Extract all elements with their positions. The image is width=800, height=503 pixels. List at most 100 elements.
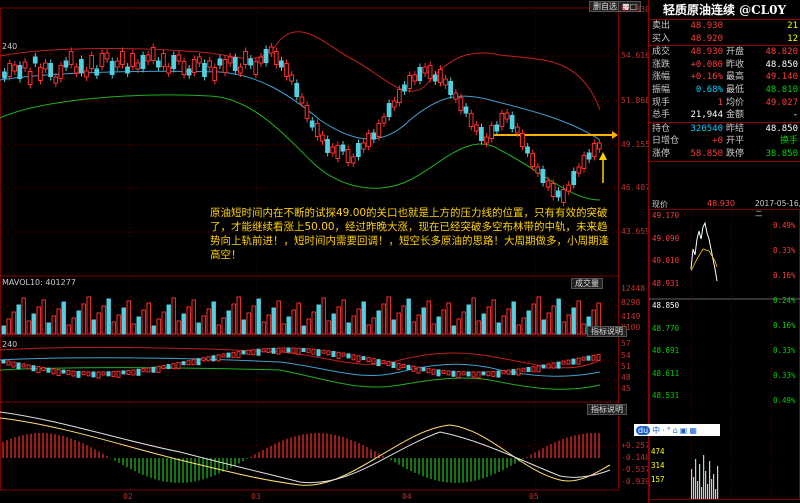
volume-bar <box>296 302 301 335</box>
intraday-price-axis: 49.010 <box>652 256 680 265</box>
indicator-candle <box>191 359 196 366</box>
candle-body <box>237 66 243 74</box>
indicator-candle <box>376 359 381 367</box>
field-label: 总手 <box>652 110 671 121</box>
indicator-candle <box>46 367 51 373</box>
add-watchlist-button[interactable]: 删自选 <box>589 1 621 12</box>
field-label: 跌停 <box>726 148 745 159</box>
candle-body <box>248 58 253 66</box>
volume-bar <box>111 321 116 335</box>
volume-bar <box>431 323 436 335</box>
intraday-pct-axis: 0.33% <box>773 346 796 355</box>
candle-body <box>422 66 428 74</box>
volume-bar <box>196 322 201 335</box>
indicator1-help-button[interactable]: 指标说明 <box>587 326 627 337</box>
candle-body <box>468 113 474 127</box>
chart-area[interactable]: 240 删自选 ■□ 57.330 54.616 51.868 49.155 4… <box>0 0 650 503</box>
candle-body <box>381 116 387 124</box>
keyboard-icon[interactable]: ▣ <box>680 426 688 435</box>
skin-icon[interactable]: ⌂ <box>673 426 678 435</box>
menu-icon[interactable]: ▦ <box>689 426 697 435</box>
volume-bar <box>321 297 326 335</box>
candle-body <box>320 134 325 142</box>
volume-bar <box>406 298 411 335</box>
intraday-volume-bar <box>703 455 705 499</box>
volume-bar <box>146 302 151 335</box>
candle-body <box>68 51 74 65</box>
candle-body <box>545 180 551 188</box>
volume-bar <box>441 309 446 335</box>
indicator-candle <box>316 349 321 357</box>
indicator-candle <box>111 371 116 378</box>
volume-bar <box>101 305 106 335</box>
volume-bar <box>186 306 191 335</box>
fullwidth-icon[interactable]: ° <box>667 426 671 435</box>
chinese-mode-icon[interactable]: 中 <box>652 425 660 436</box>
volume-bar <box>506 308 511 335</box>
quote-row: 日增仓 +0 开平 换手 <box>649 135 800 148</box>
indicator-candle <box>16 362 21 370</box>
indicator2-help-button[interactable]: 指标说明 <box>587 404 627 415</box>
indicator-candle <box>461 371 466 376</box>
intraday-price-axis: 48.611 <box>652 368 680 378</box>
volume-bar <box>71 317 76 335</box>
quote-row: 涨跌 +0.080 昨收 48.850 <box>649 59 800 72</box>
indicator-candle <box>576 357 581 365</box>
indicator-candle <box>291 347 296 354</box>
field-label: 现手 <box>652 97 671 108</box>
candle-body <box>555 190 561 198</box>
candle-body <box>566 184 571 192</box>
candle-body <box>181 61 187 75</box>
indicator-candle <box>526 366 531 372</box>
punctuation-icon[interactable]: · <box>662 426 665 435</box>
candle-body <box>596 142 602 150</box>
indicator-candle <box>1 359 6 364</box>
indicator2-axis-label: -0.537 <box>621 465 650 474</box>
volume-axis-label: 4149 <box>621 312 641 321</box>
candle-body <box>448 81 453 95</box>
volume-button[interactable]: 成交量 <box>571 278 603 289</box>
indicator-candle <box>491 370 496 377</box>
indicator-candle <box>411 365 416 372</box>
volume-bar <box>136 316 141 335</box>
candle-body <box>520 133 525 147</box>
candle-body <box>89 55 95 69</box>
indicator-candle <box>421 367 426 372</box>
candle-body <box>402 84 407 92</box>
volume-bar <box>261 321 266 335</box>
intraday-pct-axis: 0.33% <box>773 371 796 380</box>
candle-body <box>7 63 12 77</box>
volume-bar <box>181 313 186 335</box>
intraday-volume-bar <box>693 477 695 499</box>
candle-body <box>504 112 510 120</box>
indicator-candle <box>311 348 316 355</box>
indicator-candle <box>326 350 331 356</box>
baidu-icon[interactable]: du <box>636 425 651 435</box>
candle-body <box>125 66 130 74</box>
volume-bar <box>56 308 61 335</box>
indicator-candle <box>241 350 246 355</box>
field-label: 持仓 <box>652 123 671 134</box>
candle-body <box>340 144 346 152</box>
intraday-price-axis: 48.850 <box>652 301 680 310</box>
candle-body <box>530 153 536 167</box>
intraday-volume-bar <box>717 466 719 499</box>
candle-body <box>427 65 433 79</box>
indicator-candle <box>386 361 391 367</box>
field-value: 0.68% <box>695 84 723 95</box>
volume-bar <box>131 323 136 335</box>
intraday-chart[interactable]: 现价 48.930 2017-05-16,二 474 314 157 49.17… <box>649 199 800 503</box>
x-axis-label: 04 <box>402 492 412 501</box>
volume-bar <box>331 313 336 335</box>
volume-bar <box>236 296 241 335</box>
volume-bar <box>556 298 561 335</box>
indicator-candle <box>391 362 396 369</box>
candles-group <box>2 43 602 207</box>
intraday-volume-bar <box>711 479 713 499</box>
field-value: 58.850 <box>690 148 723 159</box>
volume-bar <box>281 323 286 335</box>
ime-toolbar[interactable]: du 中 · ° ⌂ ▣ ▦ <box>634 424 720 436</box>
indicator-candle <box>286 347 291 353</box>
volume-bar <box>36 306 41 335</box>
indicator-candle <box>486 371 491 377</box>
